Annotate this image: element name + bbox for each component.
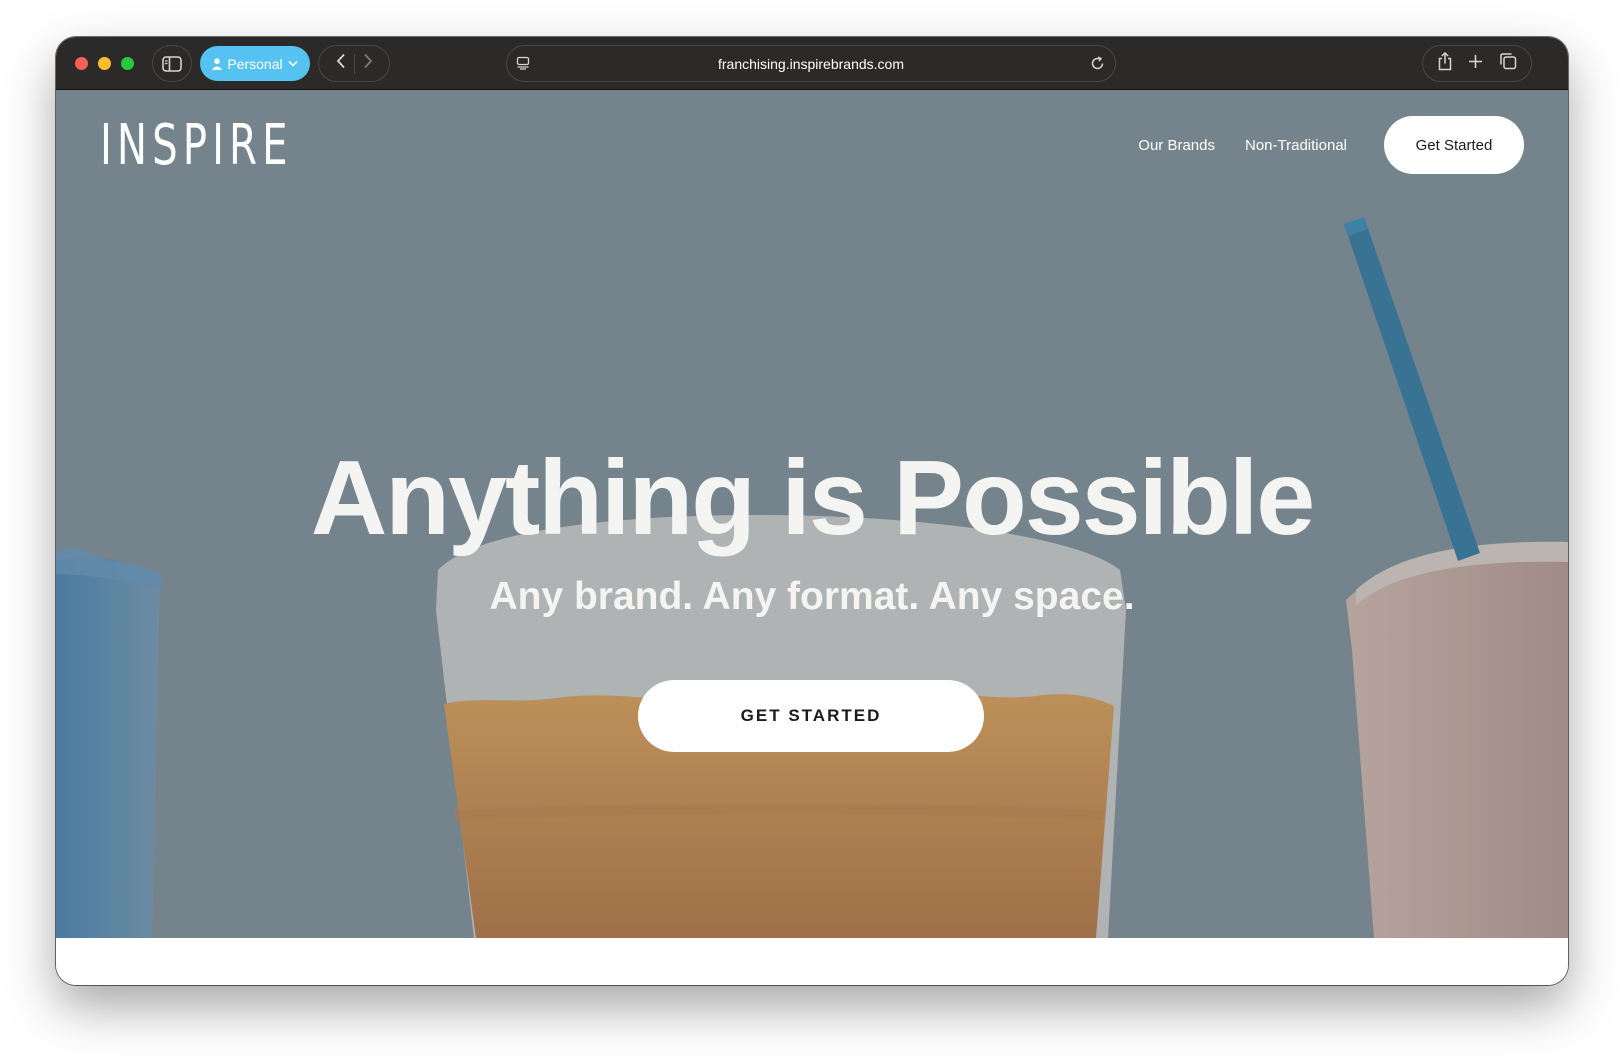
new-tab-button[interactable] <box>1468 54 1483 74</box>
nav-link-our-brands[interactable]: Our Brands <box>1138 137 1215 154</box>
address-bar[interactable]: franchising.inspirebrands.com <box>506 45 1116 82</box>
tab-overview-button[interactable] <box>1499 52 1517 75</box>
close-window-button[interactable] <box>75 57 88 70</box>
page-menu-icon[interactable] <box>516 56 530 70</box>
url-text: franchising.inspirebrands.com <box>718 55 904 72</box>
history-navigation <box>318 45 390 82</box>
back-button[interactable] <box>336 53 346 74</box>
chevron-right-icon <box>363 53 372 69</box>
hero-section: INSPIRE Our Brands Non-Traditional Get S… <box>56 90 1568 938</box>
inspire-logo[interactable]: INSPIRE <box>100 113 368 178</box>
nav-divider <box>353 53 355 74</box>
profile-button[interactable]: Personal <box>200 46 310 81</box>
web-page: INSPIRE Our Brands Non-Traditional Get S… <box>56 90 1568 985</box>
reload-icon[interactable] <box>1090 56 1105 71</box>
maximize-window-button[interactable] <box>121 57 134 70</box>
share-icon <box>1438 51 1452 70</box>
sidebar-icon <box>162 55 182 72</box>
person-icon <box>212 57 222 70</box>
site-navigation: Our Brands Non-Traditional Get Started <box>1138 116 1524 174</box>
plus-icon <box>1469 54 1483 68</box>
desktop: Personal franchising.inspirebrands.com I… <box>0 0 1624 1060</box>
chevron-left-icon <box>336 53 345 69</box>
logo-text: INSPIRE <box>100 113 293 178</box>
forward-button[interactable] <box>363 53 373 74</box>
browser-toolbar: Personal franchising.inspirebrands.com <box>56 37 1568 90</box>
chevron-down-icon <box>288 60 298 67</box>
toolbar-actions <box>1422 45 1532 82</box>
tabs-icon <box>1500 53 1517 70</box>
profile-label: Personal <box>227 55 283 72</box>
hero-title: Anything is Possible <box>310 439 1316 557</box>
browser-window: Personal franchising.inspirebrands.com I… <box>56 37 1568 985</box>
hero-subtitle: Any brand. Any format. Any space. <box>489 575 1135 618</box>
hero-get-started-button[interactable]: GET STARTED <box>638 680 984 752</box>
sidebar-toggle-button[interactable] <box>152 45 192 82</box>
minimize-window-button[interactable] <box>98 57 111 70</box>
share-button[interactable] <box>1437 51 1453 76</box>
nav-link-non-traditional[interactable]: Non-Traditional <box>1245 137 1347 154</box>
nav-get-started-button[interactable]: Get Started <box>1384 116 1524 174</box>
